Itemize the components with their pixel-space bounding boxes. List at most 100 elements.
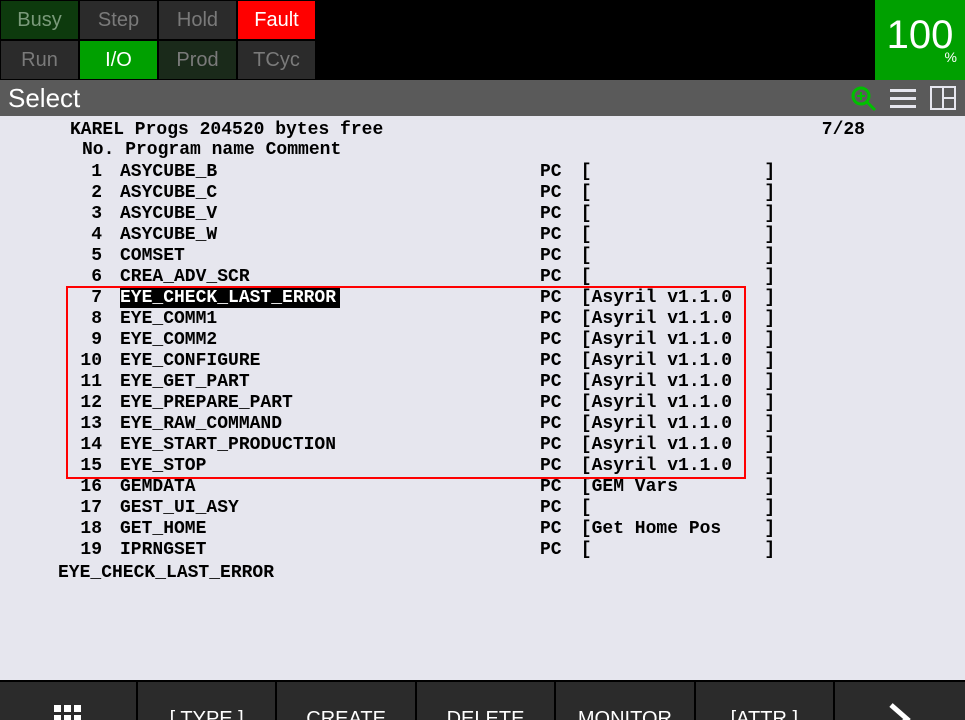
zoom-in-icon[interactable] xyxy=(849,84,877,112)
row-program-name: COMSET xyxy=(120,246,540,267)
status-busy[interactable]: Busy xyxy=(0,0,79,40)
row-comment: [GEM Vars ] xyxy=(570,477,775,498)
row-program-name: EYE_STOP xyxy=(120,456,540,477)
row-type: PC xyxy=(540,456,570,477)
table-row[interactable]: 16GEMDATAPC [GEM Vars ] xyxy=(10,477,955,498)
table-row[interactable]: 12EYE_PREPARE_PARTPC [Asyril v1.1.0 ] xyxy=(10,393,955,414)
table-row[interactable]: 13EYE_RAW_COMMANDPC [Asyril v1.1.0 ] xyxy=(10,414,955,435)
program-list[interactable]: 1ASYCUBE_BPC [ ]2ASYCUBE_CPC [ ]3ASYCUBE… xyxy=(10,162,955,561)
row-number: 1 xyxy=(10,162,120,183)
row-number: 9 xyxy=(10,330,120,351)
row-comment: [Get Home Pos ] xyxy=(570,519,775,540)
row-type: PC xyxy=(540,477,570,498)
row-number: 18 xyxy=(10,519,120,540)
row-program-name: ASYCUBE_V xyxy=(120,204,540,225)
apps-button[interactable] xyxy=(0,682,138,720)
row-comment: [Asyril v1.1.0 ] xyxy=(570,456,775,477)
row-number: 10 xyxy=(10,351,120,372)
table-row[interactable]: 15EYE_STOPPC [Asyril v1.1.0 ] xyxy=(10,456,955,477)
row-program-name: ASYCUBE_B xyxy=(120,162,540,183)
delete-button[interactable]: DELETE xyxy=(417,682,556,720)
status-hold[interactable]: Hold xyxy=(158,0,237,40)
row-comment: [Asyril v1.1.0 ] xyxy=(570,414,775,435)
row-number: 15 xyxy=(10,456,120,477)
row-program-name: IPRNGSET xyxy=(120,540,540,561)
row-program-name: GET_HOME xyxy=(120,519,540,540)
row-comment: [Asyril v1.1.0 ] xyxy=(570,435,775,456)
row-comment: [Asyril v1.1.0 ] xyxy=(570,393,775,414)
row-comment: [Asyril v1.1.0 ] xyxy=(570,288,775,309)
row-number: 19 xyxy=(10,540,120,561)
row-number: 6 xyxy=(10,267,120,288)
row-number: 16 xyxy=(10,477,120,498)
page-title: Select xyxy=(8,83,849,114)
title-bar: Select xyxy=(0,80,965,116)
row-number: 14 xyxy=(10,435,120,456)
attr-button[interactable]: [ATTR ] xyxy=(696,682,835,720)
table-row[interactable]: 9EYE_COMM2PC [Asyril v1.1.0 ] xyxy=(10,330,955,351)
row-program-name: GEMDATA xyxy=(120,477,540,498)
row-type: PC xyxy=(540,351,570,372)
table-row[interactable]: 7EYE_CHECK_LAST_ERRORPC [Asyril v1.1.0 ] xyxy=(10,288,955,309)
row-comment: [ ] xyxy=(570,225,775,246)
row-type: PC xyxy=(540,309,570,330)
row-type: PC xyxy=(540,246,570,267)
speed-indicator[interactable]: 100 % xyxy=(875,0,965,80)
row-comment: [ ] xyxy=(570,267,775,288)
table-row[interactable]: 14EYE_START_PRODUCTIONPC [Asyril v1.1.0 … xyxy=(10,435,955,456)
row-number: 12 xyxy=(10,393,120,414)
row-type: PC xyxy=(540,225,570,246)
row-type: PC xyxy=(540,372,570,393)
status-tcyc[interactable]: TCyc xyxy=(237,40,316,80)
table-row[interactable]: 3ASYCUBE_VPC [ ] xyxy=(10,204,955,225)
table-row[interactable]: 5COMSETPC [ ] xyxy=(10,246,955,267)
table-row[interactable]: 11EYE_GET_PARTPC [Asyril v1.1.0 ] xyxy=(10,372,955,393)
table-row[interactable]: 17GEST_UI_ASYPC [ ] xyxy=(10,498,955,519)
row-comment: [ ] xyxy=(570,183,775,204)
table-row[interactable]: 4ASYCUBE_WPC [ ] xyxy=(10,225,955,246)
create-button[interactable]: CREATE xyxy=(277,682,416,720)
type-button[interactable]: [ TYPE ] xyxy=(138,682,277,720)
row-number: 7 xyxy=(10,288,120,309)
row-number: 8 xyxy=(10,309,120,330)
row-program-name: EYE_RAW_COMMAND xyxy=(120,414,540,435)
row-type: PC xyxy=(540,288,570,309)
row-program-name: EYE_START_PRODUCTION xyxy=(120,435,540,456)
row-program-name: ASYCUBE_W xyxy=(120,225,540,246)
row-program-name: GEST_UI_ASY xyxy=(120,498,540,519)
status-run[interactable]: Run xyxy=(0,40,79,80)
table-row[interactable]: 18GET_HOMEPC [Get Home Pos ] xyxy=(10,519,955,540)
table-row[interactable]: 1ASYCUBE_BPC [ ] xyxy=(10,162,955,183)
grid-icon xyxy=(52,703,84,720)
row-program-name: ASYCUBE_C xyxy=(120,183,540,204)
row-program-name: EYE_GET_PART xyxy=(120,372,540,393)
row-number: 5 xyxy=(10,246,120,267)
table-row[interactable]: 10EYE_CONFIGUREPC [Asyril v1.1.0 ] xyxy=(10,351,955,372)
table-row[interactable]: 2ASYCUBE_CPC [ ] xyxy=(10,183,955,204)
speed-value: 100 xyxy=(887,15,954,55)
row-program-name: EYE_CHECK_LAST_ERROR xyxy=(120,288,540,309)
monitor-button[interactable]: MONITOR xyxy=(556,682,695,720)
row-type: PC xyxy=(540,204,570,225)
status-io[interactable]: I/O xyxy=(79,40,158,80)
row-type: PC xyxy=(540,330,570,351)
next-button[interactable] xyxy=(835,682,965,720)
row-program-name: EYE_COMM1 xyxy=(120,309,540,330)
action-bar: [ TYPE ] CREATE DELETE MONITOR [ATTR ] xyxy=(0,680,965,720)
menu-icon[interactable] xyxy=(889,84,917,112)
row-comment: [ ] xyxy=(570,498,775,519)
status-fault[interactable]: Fault xyxy=(237,0,316,40)
row-program-name: EYE_PREPARE_PART xyxy=(120,393,540,414)
row-program-name: CREA_ADV_SCR xyxy=(120,267,540,288)
table-row[interactable]: 19IPRNGSETPC [ ] xyxy=(10,540,955,561)
table-row[interactable]: 6CREA_ADV_SCRPC [ ] xyxy=(10,267,955,288)
table-row[interactable]: 8EYE_COMM1PC [Asyril v1.1.0 ] xyxy=(10,309,955,330)
selected-program-name: EYE_CHECK_LAST_ERROR xyxy=(10,563,955,583)
row-type: PC xyxy=(540,519,570,540)
status-spacer xyxy=(316,0,875,80)
status-step[interactable]: Step xyxy=(79,0,158,40)
status-prod[interactable]: Prod xyxy=(158,40,237,80)
layout-icon[interactable] xyxy=(929,84,957,112)
row-comment: [Asyril v1.1.0 ] xyxy=(570,372,775,393)
list-heading: KAREL Progs 204520 bytes free xyxy=(10,120,383,140)
